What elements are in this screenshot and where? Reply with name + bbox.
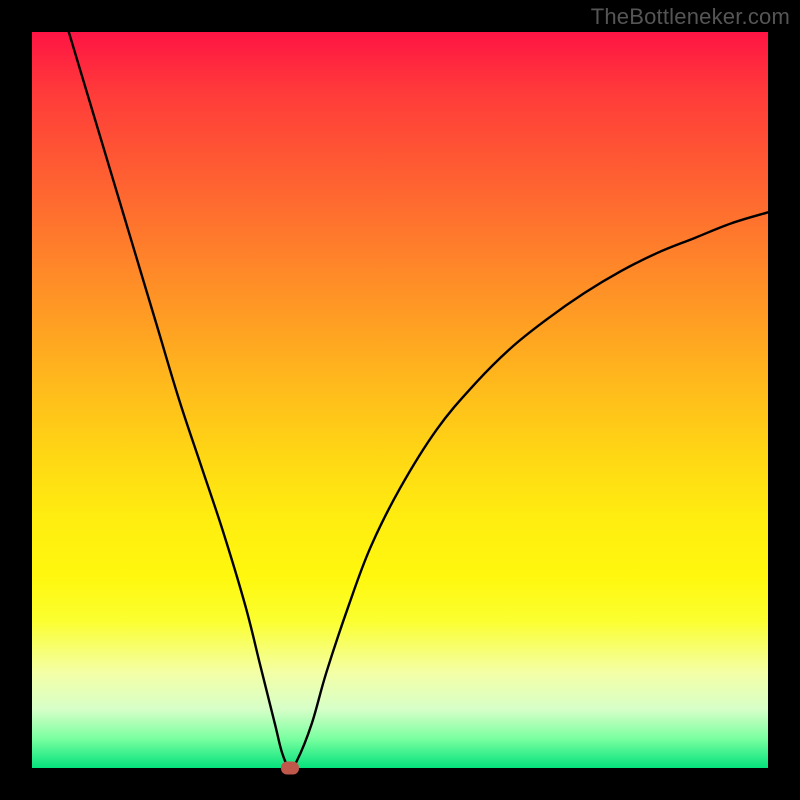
optimal-point-marker — [281, 762, 299, 775]
chart-frame: TheBottleneker.com — [0, 0, 800, 800]
plot-area — [32, 32, 768, 768]
watermark-text: TheBottleneker.com — [591, 4, 790, 30]
curve-svg — [32, 32, 768, 768]
bottleneck-curve — [69, 32, 768, 768]
